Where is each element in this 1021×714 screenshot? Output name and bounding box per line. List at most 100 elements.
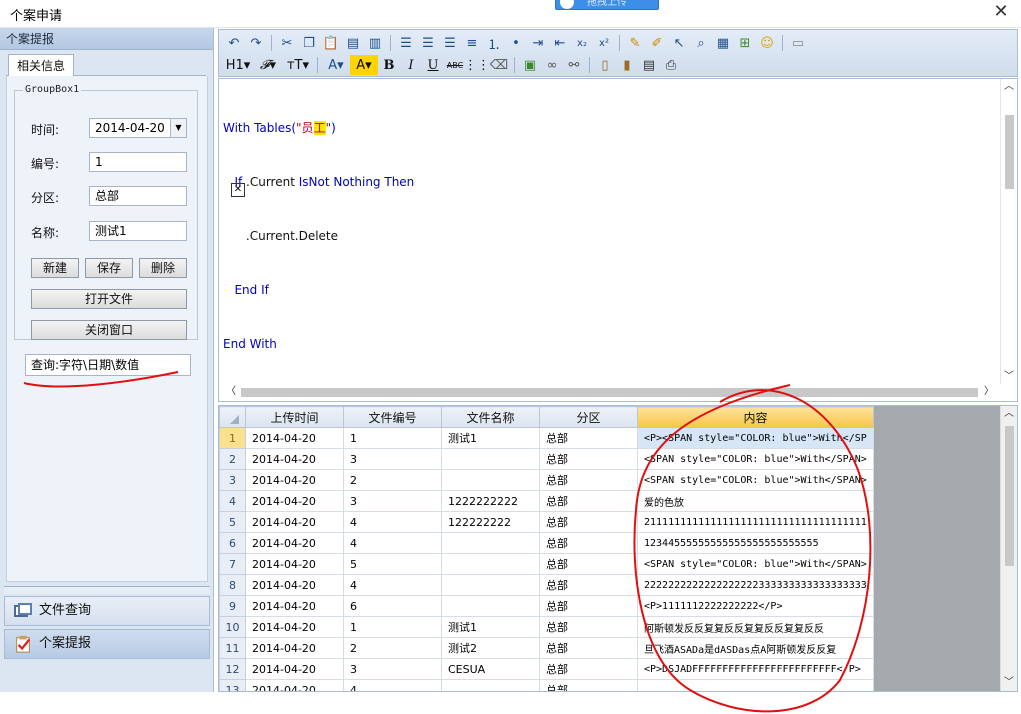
editor-vertical-scrollbar[interactable]: ︿ ﹀: [1000, 79, 1017, 385]
nav-file-search[interactable]: 文件查询: [4, 596, 210, 626]
cell-zone[interactable]: 总部: [539, 658, 638, 680]
chevron-up-icon[interactable]: ︿: [1001, 79, 1017, 95]
row-number[interactable]: 11: [219, 637, 246, 659]
cell-content[interactable]: <SPAN style="COLOR: blue">With</SPAN>: [637, 553, 874, 575]
cell-content[interactable]: 2222222222222222222333333333333333333: [637, 574, 874, 596]
print-preview-icon[interactable]: ⎙: [660, 55, 682, 75]
query-input[interactable]: 查询:字符\日期\数值: [25, 354, 191, 376]
cell-file-number[interactable]: 4: [343, 532, 442, 554]
table-row[interactable]: 5 2014-04-20 4 122222222 总部 21111111111111111…: [219, 511, 874, 533]
image-icon[interactable]: ▣: [519, 55, 541, 75]
cell-upload-time[interactable]: 2014-04-20: [245, 490, 344, 512]
row-number[interactable]: 12: [219, 658, 246, 680]
insert-row-icon[interactable]: ⊞: [734, 33, 756, 53]
cell-content[interactable]: 2111111111111111111111111111111111111: [637, 511, 874, 533]
table-row[interactable]: 4 2014-04-20 3 1222222222 总部 爱的色放: [219, 490, 874, 512]
page-icon[interactable]: ▯: [594, 55, 616, 75]
row-number[interactable]: 13: [219, 679, 246, 691]
cell-content[interactable]: <P>1111112222222222</P>: [637, 595, 874, 617]
source-icon[interactable]: ▮: [616, 55, 638, 75]
cell-upload-time[interactable]: 2014-04-20: [245, 658, 344, 680]
cell-upload-time[interactable]: 2014-04-20: [245, 637, 344, 659]
save-button[interactable]: 保存: [85, 258, 133, 278]
cell-upload-time[interactable]: 2014-04-20: [245, 469, 344, 491]
redo-icon[interactable]: ↷: [245, 33, 267, 53]
table-row[interactable]: 10 2014-04-20 1 测试1 总部 阿斯顿发反反复复反反复复反反复复反反: [219, 616, 874, 638]
column-header-file-number[interactable]: 文件编号: [343, 406, 442, 428]
subscript-icon[interactable]: x₂: [571, 33, 593, 53]
eraser-icon[interactable]: ⌫: [488, 55, 510, 75]
code-editor[interactable]: With Tables("员工") If .Current IsNot Noth…: [218, 78, 1018, 402]
cell-file-name[interactable]: [441, 532, 540, 554]
cell-file-number[interactable]: 4: [343, 511, 442, 533]
cell-file-name[interactable]: 测试1: [441, 616, 540, 638]
chevron-right-icon[interactable]: 〉: [981, 384, 997, 400]
table-row[interactable]: 3 2014-04-20 2 总部 <SPAN style="COLOR: blue">…: [219, 469, 874, 491]
bold-icon[interactable]: B: [378, 55, 400, 75]
align-left-icon[interactable]: ☰: [395, 33, 417, 53]
undo-icon[interactable]: ↶: [223, 33, 245, 53]
row-number[interactable]: 3: [219, 469, 246, 491]
cell-zone[interactable]: 总部: [539, 679, 638, 691]
table-row[interactable]: 9 2014-04-20 6 总部 <P>1111112222222222</P>: [219, 595, 874, 617]
find-icon[interactable]: ⌕: [690, 33, 712, 53]
cell-file-number[interactable]: 2: [343, 637, 442, 659]
row-number[interactable]: 6: [219, 532, 246, 554]
column-header-zone[interactable]: 分区: [539, 406, 638, 428]
cursor-icon[interactable]: ↖: [668, 33, 690, 53]
table-row[interactable]: 12 2014-04-20 3 CESUA 总部 <P>DSJADFFFFFFFFFFFF…: [219, 658, 874, 680]
column-header-upload-time[interactable]: 上传时间: [245, 406, 344, 428]
table-row[interactable]: 1 2014-04-20 1 测试1 总部 <P><SPAN style="COLOR: …: [219, 427, 874, 449]
cell-zone[interactable]: 总部: [539, 595, 638, 617]
row-number[interactable]: 8: [219, 574, 246, 596]
cell-file-number[interactable]: 3: [343, 658, 442, 680]
indent-icon[interactable]: ⇥: [527, 33, 549, 53]
select-all-corner[interactable]: [219, 406, 246, 428]
align-center-icon[interactable]: ☰: [417, 33, 439, 53]
cell-file-name[interactable]: [441, 469, 540, 491]
smiley-icon[interactable]: ☺: [756, 33, 778, 53]
nav-case-report[interactable]: 个案提报: [4, 629, 210, 659]
chevron-up-icon[interactable]: ︿: [1001, 406, 1017, 422]
cell-content[interactable]: 阿斯顿发反反复复反反复复反反复复反反: [637, 616, 874, 638]
cell-file-number[interactable]: 3: [343, 490, 442, 512]
unordered-list-icon[interactable]: •: [505, 33, 527, 53]
highlighter-icon[interactable]: ✎: [624, 33, 646, 53]
table-row[interactable]: 2 2014-04-20 3 总部 <SPAN style="COLOR: blue">…: [219, 448, 874, 470]
cell-upload-time[interactable]: 2014-04-20: [245, 574, 344, 596]
scroll-thumb[interactable]: [241, 388, 978, 397]
cell-file-name[interactable]: CESUA: [441, 658, 540, 680]
cell-upload-time[interactable]: 2014-04-20: [245, 511, 344, 533]
font-color-icon[interactable]: A▾: [322, 55, 350, 75]
dotted-border-icon[interactable]: ⋮⋮: [464, 55, 490, 75]
cell-file-name[interactable]: [441, 553, 540, 575]
delete-button[interactable]: 删除: [139, 258, 187, 278]
scroll-thumb[interactable]: [1005, 426, 1014, 566]
table-row[interactable]: 13 2014-04-20 4 总部: [219, 679, 874, 691]
row-number[interactable]: 1: [219, 427, 246, 449]
cell-zone[interactable]: 总部: [539, 532, 638, 554]
unlink-icon[interactable]: ⚯: [563, 55, 585, 75]
paste-text-icon[interactable]: ▤: [342, 33, 364, 53]
table-icon[interactable]: ▦: [712, 33, 734, 53]
cell-file-name[interactable]: [441, 574, 540, 596]
cell-file-name[interactable]: [441, 448, 540, 470]
cell-zone[interactable]: 总部: [539, 637, 638, 659]
align-right-icon[interactable]: ☰: [439, 33, 461, 53]
cell-file-number[interactable]: 4: [343, 679, 442, 691]
cell-content[interactable]: <P><SPAN style="COLOR: blue">With</SP: [637, 427, 874, 449]
paste-word-icon[interactable]: ▥: [364, 33, 386, 53]
document-icon[interactable]: ▤: [638, 55, 660, 75]
cell-zone[interactable]: 总部: [539, 616, 638, 638]
row-number[interactable]: 7: [219, 553, 246, 575]
close-window-button[interactable]: 关闭窗口: [31, 320, 187, 340]
cell-content[interactable]: <P>DSJADFFFFFFFFFFFFFFFFFFFFFFFF</P>: [637, 658, 874, 680]
cell-upload-time[interactable]: 2014-04-20: [245, 553, 344, 575]
font-icon[interactable]: 𝓕▾: [253, 55, 283, 75]
row-number[interactable]: 4: [219, 490, 246, 512]
cell-content[interactable]: [637, 679, 874, 691]
cell-file-number[interactable]: 4: [343, 574, 442, 596]
copy-icon[interactable]: ❐: [298, 33, 320, 53]
row-number[interactable]: 9: [219, 595, 246, 617]
italic-icon[interactable]: I: [400, 55, 422, 75]
